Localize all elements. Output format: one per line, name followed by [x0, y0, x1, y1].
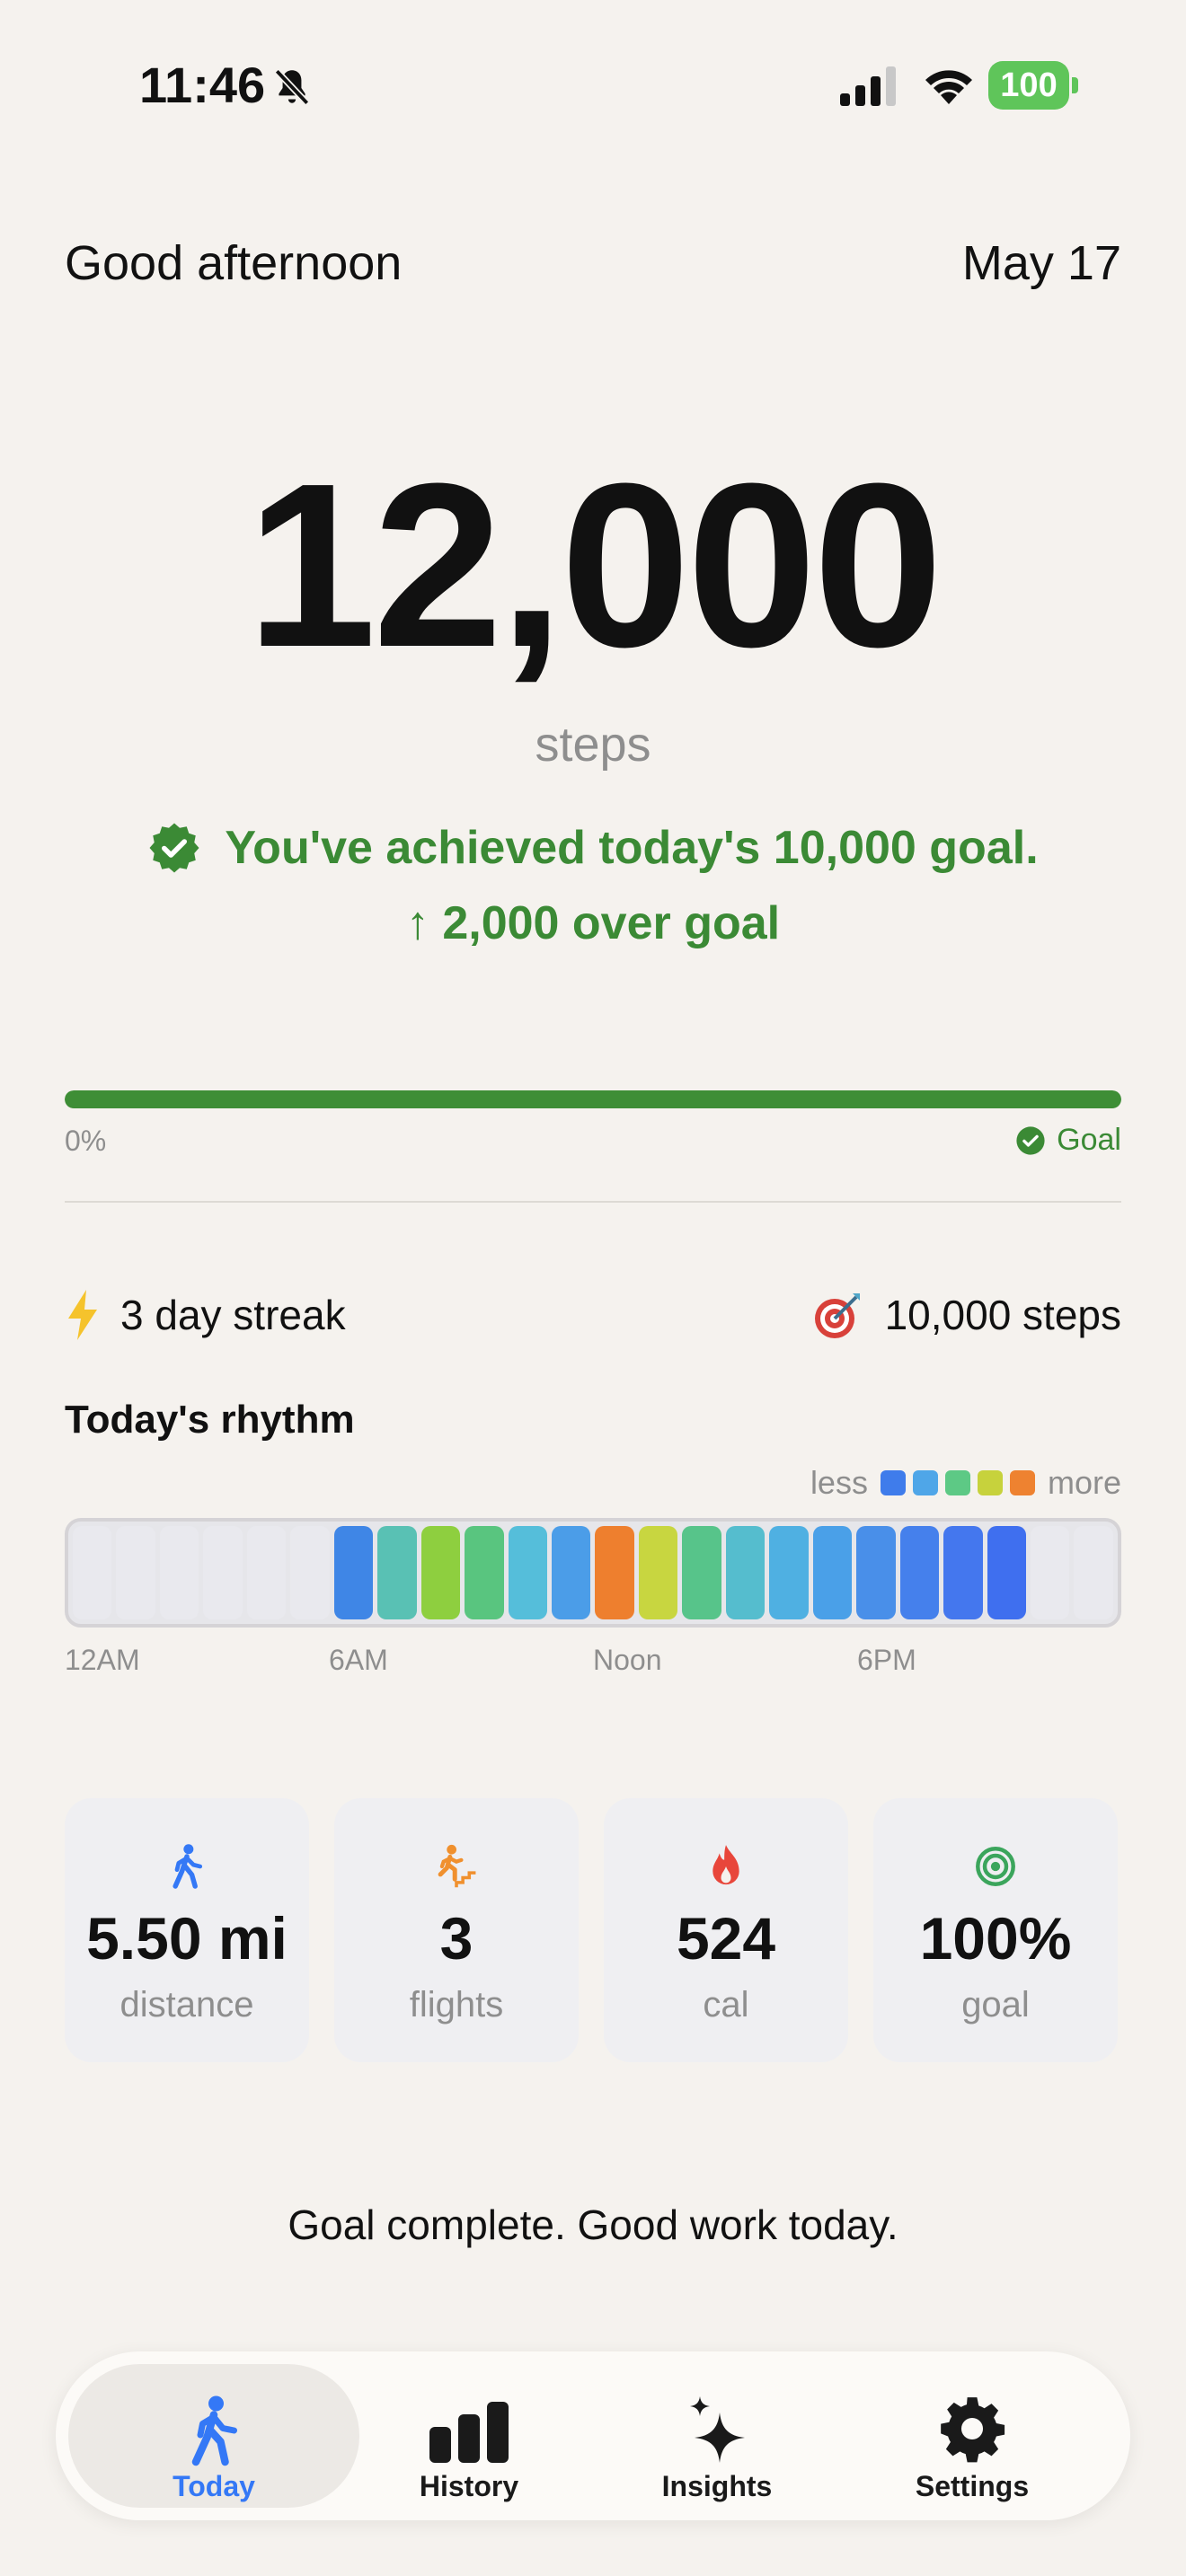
tab-label: Settings: [915, 2470, 1030, 2502]
bell-muted-icon: [274, 68, 310, 106]
legend-less: less: [810, 1464, 868, 1501]
legend-swatch: [977, 1470, 1003, 1495]
rhythm-axis-label: 6PM: [857, 1644, 916, 1676]
tab-today[interactable]: Today: [68, 2364, 359, 2508]
hour-cell: [377, 1526, 417, 1619]
legend-swatch: [880, 1470, 906, 1495]
streak-indicator: 3 day streak: [65, 1290, 346, 1340]
progress-start-label: 0%: [65, 1125, 107, 1157]
stat-value: 5.50 mi: [86, 1905, 288, 1972]
legend-swatch: [912, 1470, 938, 1495]
hour-cell: [290, 1526, 330, 1619]
progress-goal-label: Goal: [1015, 1123, 1121, 1158]
hour-cell: [420, 1526, 461, 1619]
step-count: 12,000: [246, 436, 943, 696]
wifi-icon: [925, 70, 972, 104]
target-icon: [976, 1847, 1015, 1886]
hour-cell: [159, 1526, 199, 1619]
rhythm-axis-label: 12AM: [65, 1644, 140, 1676]
over-goal-text: ↑ 2,000 over goal: [405, 897, 781, 949]
bar-chart-icon: [429, 2402, 509, 2463]
check-circle-icon: [1016, 1125, 1045, 1155]
hour-cell: [769, 1526, 809, 1619]
completion-message: Goal complete. Good work today.: [288, 2201, 898, 2248]
rhythm-axis-label: Noon: [593, 1644, 662, 1676]
tab-label: Insights: [661, 2470, 773, 2502]
stat-label: flights: [409, 1985, 504, 2025]
stat-value: 100%: [919, 1905, 1072, 1972]
divider: [65, 1201, 1121, 1203]
legend-more: more: [1047, 1464, 1121, 1501]
daily-goal-indicator: 10,000 steps: [813, 1290, 1121, 1340]
walking-icon: [191, 2395, 237, 2466]
status-time: 11:46: [139, 57, 266, 113]
legend-swatch: [944, 1470, 970, 1495]
stat-card-calories: 524 cal: [604, 1798, 848, 2062]
walking-icon: [173, 1844, 203, 1889]
hour-cell: [638, 1526, 678, 1619]
cellular-signal-icon: [840, 66, 896, 106]
hour-cell: [246, 1526, 287, 1619]
streak-label: 3 day streak: [120, 1292, 346, 1338]
rhythm-title: Today's rhythm: [65, 1398, 355, 1442]
stat-value: 524: [676, 1905, 776, 1972]
battery-level: 100: [988, 61, 1069, 110]
progress-goal-text: Goal: [1057, 1123, 1121, 1157]
hour-cell: [987, 1526, 1026, 1619]
gear-icon: [941, 2397, 1005, 2463]
rhythm-legend: less more: [810, 1464, 1121, 1502]
tab-settings[interactable]: Settings: [827, 2364, 1118, 2508]
hour-cell: [725, 1526, 766, 1619]
hour-cell: [1074, 1526, 1113, 1619]
step-unit: steps: [535, 718, 651, 772]
stat-label: distance: [119, 1985, 254, 2025]
greeting: Good afternoon: [65, 236, 403, 290]
hour-cell: [682, 1526, 721, 1619]
stairs-icon: [438, 1844, 476, 1888]
stat-card-distance: 5.50 mi distance: [65, 1798, 309, 2062]
hour-cell: [595, 1526, 634, 1619]
hour-cell: [465, 1526, 504, 1619]
hour-cell: [333, 1526, 374, 1619]
flame-icon: [712, 1845, 739, 1885]
hour-cell: [1030, 1526, 1070, 1619]
stat-label: cal: [703, 1985, 749, 2025]
hour-cell: [508, 1526, 547, 1619]
stat-card-goal: 100% goal: [873, 1798, 1118, 2062]
legend-swatch: [1009, 1470, 1035, 1495]
battery-icon: 100: [988, 61, 1078, 110]
stat-card-flights: 3 flights: [334, 1798, 579, 2062]
hour-cell: [812, 1526, 853, 1619]
hour-cell: [203, 1526, 243, 1619]
rhythm-axis-label: 6AM: [329, 1644, 388, 1676]
date-label: May 17: [961, 236, 1121, 290]
goal-achieved-message: You've achieved today's 10,000 goal.: [0, 821, 1186, 875]
tab-bar: Today History Insights Settings: [56, 2351, 1130, 2520]
hour-cell: [943, 1526, 983, 1619]
goal-progress-bar: [65, 1090, 1121, 1108]
verified-badge-icon: [149, 823, 199, 873]
tab-insights[interactable]: Insights: [571, 2364, 863, 2508]
stat-label: goal: [961, 1985, 1030, 2025]
daily-goal-label: 10,000 steps: [884, 1292, 1121, 1338]
dart-target-icon: [814, 1293, 860, 1338]
hourly-rhythm-chart: [65, 1518, 1121, 1628]
hour-cell: [73, 1526, 112, 1619]
hour-cell: [116, 1526, 155, 1619]
tab-label: Today: [173, 2470, 255, 2502]
goal-achieved-text: You've achieved today's 10,000 goal.: [225, 822, 1039, 874]
goal-progress-fill: [65, 1090, 1121, 1108]
sparkle-icon: [690, 2396, 745, 2463]
hour-cell: [899, 1526, 940, 1619]
lightning-icon: [68, 1290, 97, 1340]
stat-value: 3: [439, 1905, 474, 1972]
hour-cell: [856, 1526, 896, 1619]
hour-cell: [551, 1526, 591, 1619]
